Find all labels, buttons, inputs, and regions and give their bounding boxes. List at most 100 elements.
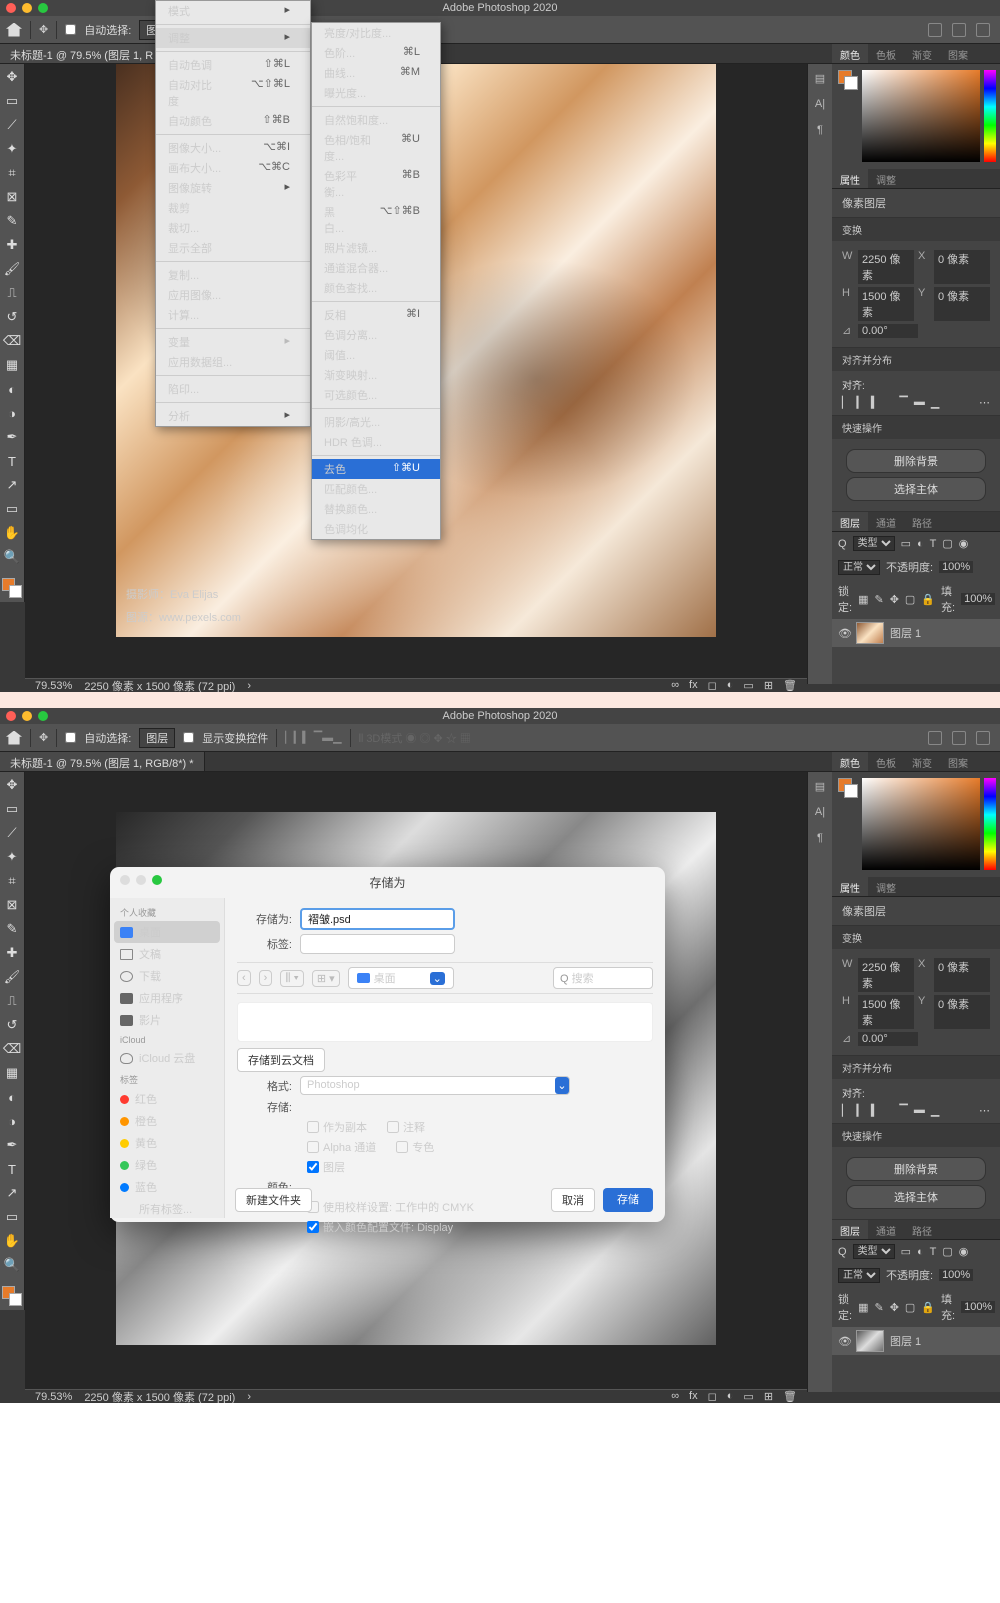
sidebar-item-apps[interactable]: 应用程序	[110, 987, 224, 1009]
menu-item[interactable]: 阴影/高光...	[312, 412, 440, 432]
lasso-tool-icon[interactable]: ⟋	[3, 116, 21, 134]
show-transform-checkbox[interactable]	[183, 732, 194, 743]
zoom-readout[interactable]: 79.53%	[35, 680, 72, 692]
blend-mode[interactable]: 正常	[838, 560, 880, 575]
menu-item[interactable]: 匹配颜色...	[312, 479, 440, 499]
panel-swatches[interactable]	[838, 70, 858, 90]
menu-item[interactable]: 渐变映射...	[312, 365, 440, 385]
eyedropper-tool-icon[interactable]: ✎	[3, 212, 21, 230]
remove-bg-button[interactable]: 删除背景	[846, 449, 986, 473]
menu-item[interactable]: 自动对比度⌥⇧⌘L	[156, 75, 310, 111]
type-tool-icon[interactable]: T	[3, 452, 21, 470]
color-swatches[interactable]	[2, 578, 22, 598]
move-tool-icon[interactable]: ✥	[39, 731, 48, 744]
move-tool-icon[interactable]: ✥	[3, 68, 21, 86]
save-button[interactable]: 存储	[603, 1188, 653, 1212]
sidebar-tag-red[interactable]: 红色	[110, 1088, 224, 1110]
tab-layers[interactable]: 图层	[832, 512, 868, 531]
menu-item[interactable]: 裁切...	[156, 218, 310, 238]
marquee-tool-icon[interactable]: ▭	[3, 92, 21, 110]
sidebar-tag-orange[interactable]: 橙色	[110, 1110, 224, 1132]
align-icon[interactable]: ▏	[842, 396, 850, 409]
menu-item[interactable]: 应用图像...	[156, 285, 310, 305]
window-traffic-lights[interactable]	[6, 3, 48, 13]
wand-tool-icon[interactable]: ✦	[3, 140, 21, 158]
hue-strip[interactable]	[984, 70, 996, 162]
angle-field[interactable]: 0.00°	[858, 324, 918, 338]
menu-item[interactable]: 曝光度...	[312, 83, 440, 103]
menu-item[interactable]: 去色⇧⌘U	[312, 459, 440, 479]
shape-tool-icon[interactable]: ▭	[3, 500, 21, 518]
tags-input[interactable]	[300, 934, 455, 954]
quick-section[interactable]: 快速操作	[832, 416, 1000, 439]
workspace-icon[interactable]	[952, 731, 966, 745]
blur-tool-icon[interactable]: ◐	[3, 380, 21, 398]
menu-item[interactable]: 曲线...⌘M	[312, 63, 440, 83]
fill-field[interactable]: 100%	[961, 593, 995, 605]
frame-tool-icon[interactable]: ⊠	[3, 188, 21, 206]
align-section[interactable]: 对齐并分布	[832, 348, 1000, 371]
menu-item[interactable]: 通道混合器...	[312, 258, 440, 278]
menu-item[interactable]: 显示全部	[156, 238, 310, 258]
sidebar-item-icloud[interactable]: iCloud 云盘	[110, 1047, 224, 1069]
menu-item[interactable]: 亮度/对比度...	[312, 23, 440, 43]
document-tab[interactable]: 未标题-1 @ 79.5% (图层 1, R	[0, 44, 164, 63]
menu-item[interactable]: 色阶...⌘L	[312, 43, 440, 63]
sidebar-tag-yellow[interactable]: 黄色	[110, 1132, 224, 1154]
auto-select-checkbox[interactable]	[65, 732, 76, 743]
menu-item[interactable]: 自动颜色⇧⌘B	[156, 111, 310, 131]
view-columns-icon[interactable]: ⫼ ▾	[280, 970, 303, 987]
menu-item[interactable]: 自然饱和度...	[312, 110, 440, 130]
crop-tool-icon[interactable]: ⌗	[3, 164, 21, 182]
brush-tool-icon[interactable]: 🖌	[3, 260, 21, 278]
window-traffic-lights[interactable]	[6, 711, 48, 721]
tab-paths[interactable]: 路径	[904, 512, 940, 531]
gradient-tool-icon[interactable]: ▦	[3, 356, 21, 374]
sidebar-tag-blue[interactable]: 蓝色	[110, 1176, 224, 1198]
heal-tool-icon[interactable]: ✚	[3, 236, 21, 254]
forward-button[interactable]: ›	[259, 970, 273, 986]
back-button[interactable]: ‹	[237, 970, 251, 986]
location-dropdown[interactable]: 桌面⌄	[348, 967, 454, 989]
view-grid-icon[interactable]: ⊞ ▾	[312, 970, 340, 987]
document-tab[interactable]: 未标题-1 @ 79.5% (图层 1, RGB/8*) *	[0, 752, 205, 771]
menu-item[interactable]: 自动色调⇧⌘L	[156, 55, 310, 75]
y-field[interactable]: 0 像素	[934, 287, 990, 321]
sidebar-item-movies[interactable]: 影片	[110, 1009, 224, 1031]
menu-item[interactable]: 图像大小...⌥⌘I	[156, 138, 310, 158]
transform-section[interactable]: 变换	[832, 218, 1000, 241]
learn-icon[interactable]: ▤	[812, 72, 828, 86]
share-icon[interactable]	[976, 731, 990, 745]
select-subject-button[interactable]: 选择主体	[846, 477, 986, 501]
menu-item[interactable]: 可选颜色...	[312, 385, 440, 405]
dodge-tool-icon[interactable]: ◑	[3, 404, 21, 422]
new-folder-button[interactable]: 新建文件夹	[235, 1188, 312, 1212]
layer-thumbnail[interactable]	[856, 622, 884, 644]
hand-tool-icon[interactable]: ✋	[3, 524, 21, 542]
menu-item[interactable]: 替换颜色...	[312, 499, 440, 519]
menu-item[interactable]: 阈值...	[312, 345, 440, 365]
pen-tool-icon[interactable]: ✒	[3, 428, 21, 446]
tab-patterns[interactable]: 图案	[940, 44, 976, 63]
fx-icon[interactable]: fx	[689, 679, 698, 692]
home-icon[interactable]	[6, 23, 22, 37]
menu-item[interactable]: 模式	[156, 1, 310, 21]
path-tool-icon[interactable]: ↗	[3, 476, 21, 494]
menu-item[interactable]: 调整	[156, 28, 310, 48]
home-icon[interactable]	[6, 731, 22, 745]
menu-item[interactable]: 图像旋转	[156, 178, 310, 198]
tab-color[interactable]: 颜色	[832, 44, 868, 63]
menu-item[interactable]: 复制...	[156, 265, 310, 285]
menu-item[interactable]: 照片滤镜...	[312, 238, 440, 258]
menu-item[interactable]: 计算...	[156, 305, 310, 325]
sidebar-item-downloads[interactable]: 下载	[110, 965, 224, 987]
layers-checkbox[interactable]	[307, 1161, 319, 1173]
menu-item[interactable]: 分析	[156, 406, 310, 426]
menu-item[interactable]: 色彩平衡...⌘B	[312, 166, 440, 202]
sidebar-tag-green[interactable]: 绿色	[110, 1154, 224, 1176]
eraser-tool-icon[interactable]: ⌫	[3, 332, 21, 350]
tab-channels[interactable]: 通道	[868, 512, 904, 531]
menu-item[interactable]: 色调分离...	[312, 325, 440, 345]
menu-item[interactable]: 色调均化	[312, 519, 440, 539]
layer-row[interactable]: 👁 图层 1	[832, 619, 1000, 647]
